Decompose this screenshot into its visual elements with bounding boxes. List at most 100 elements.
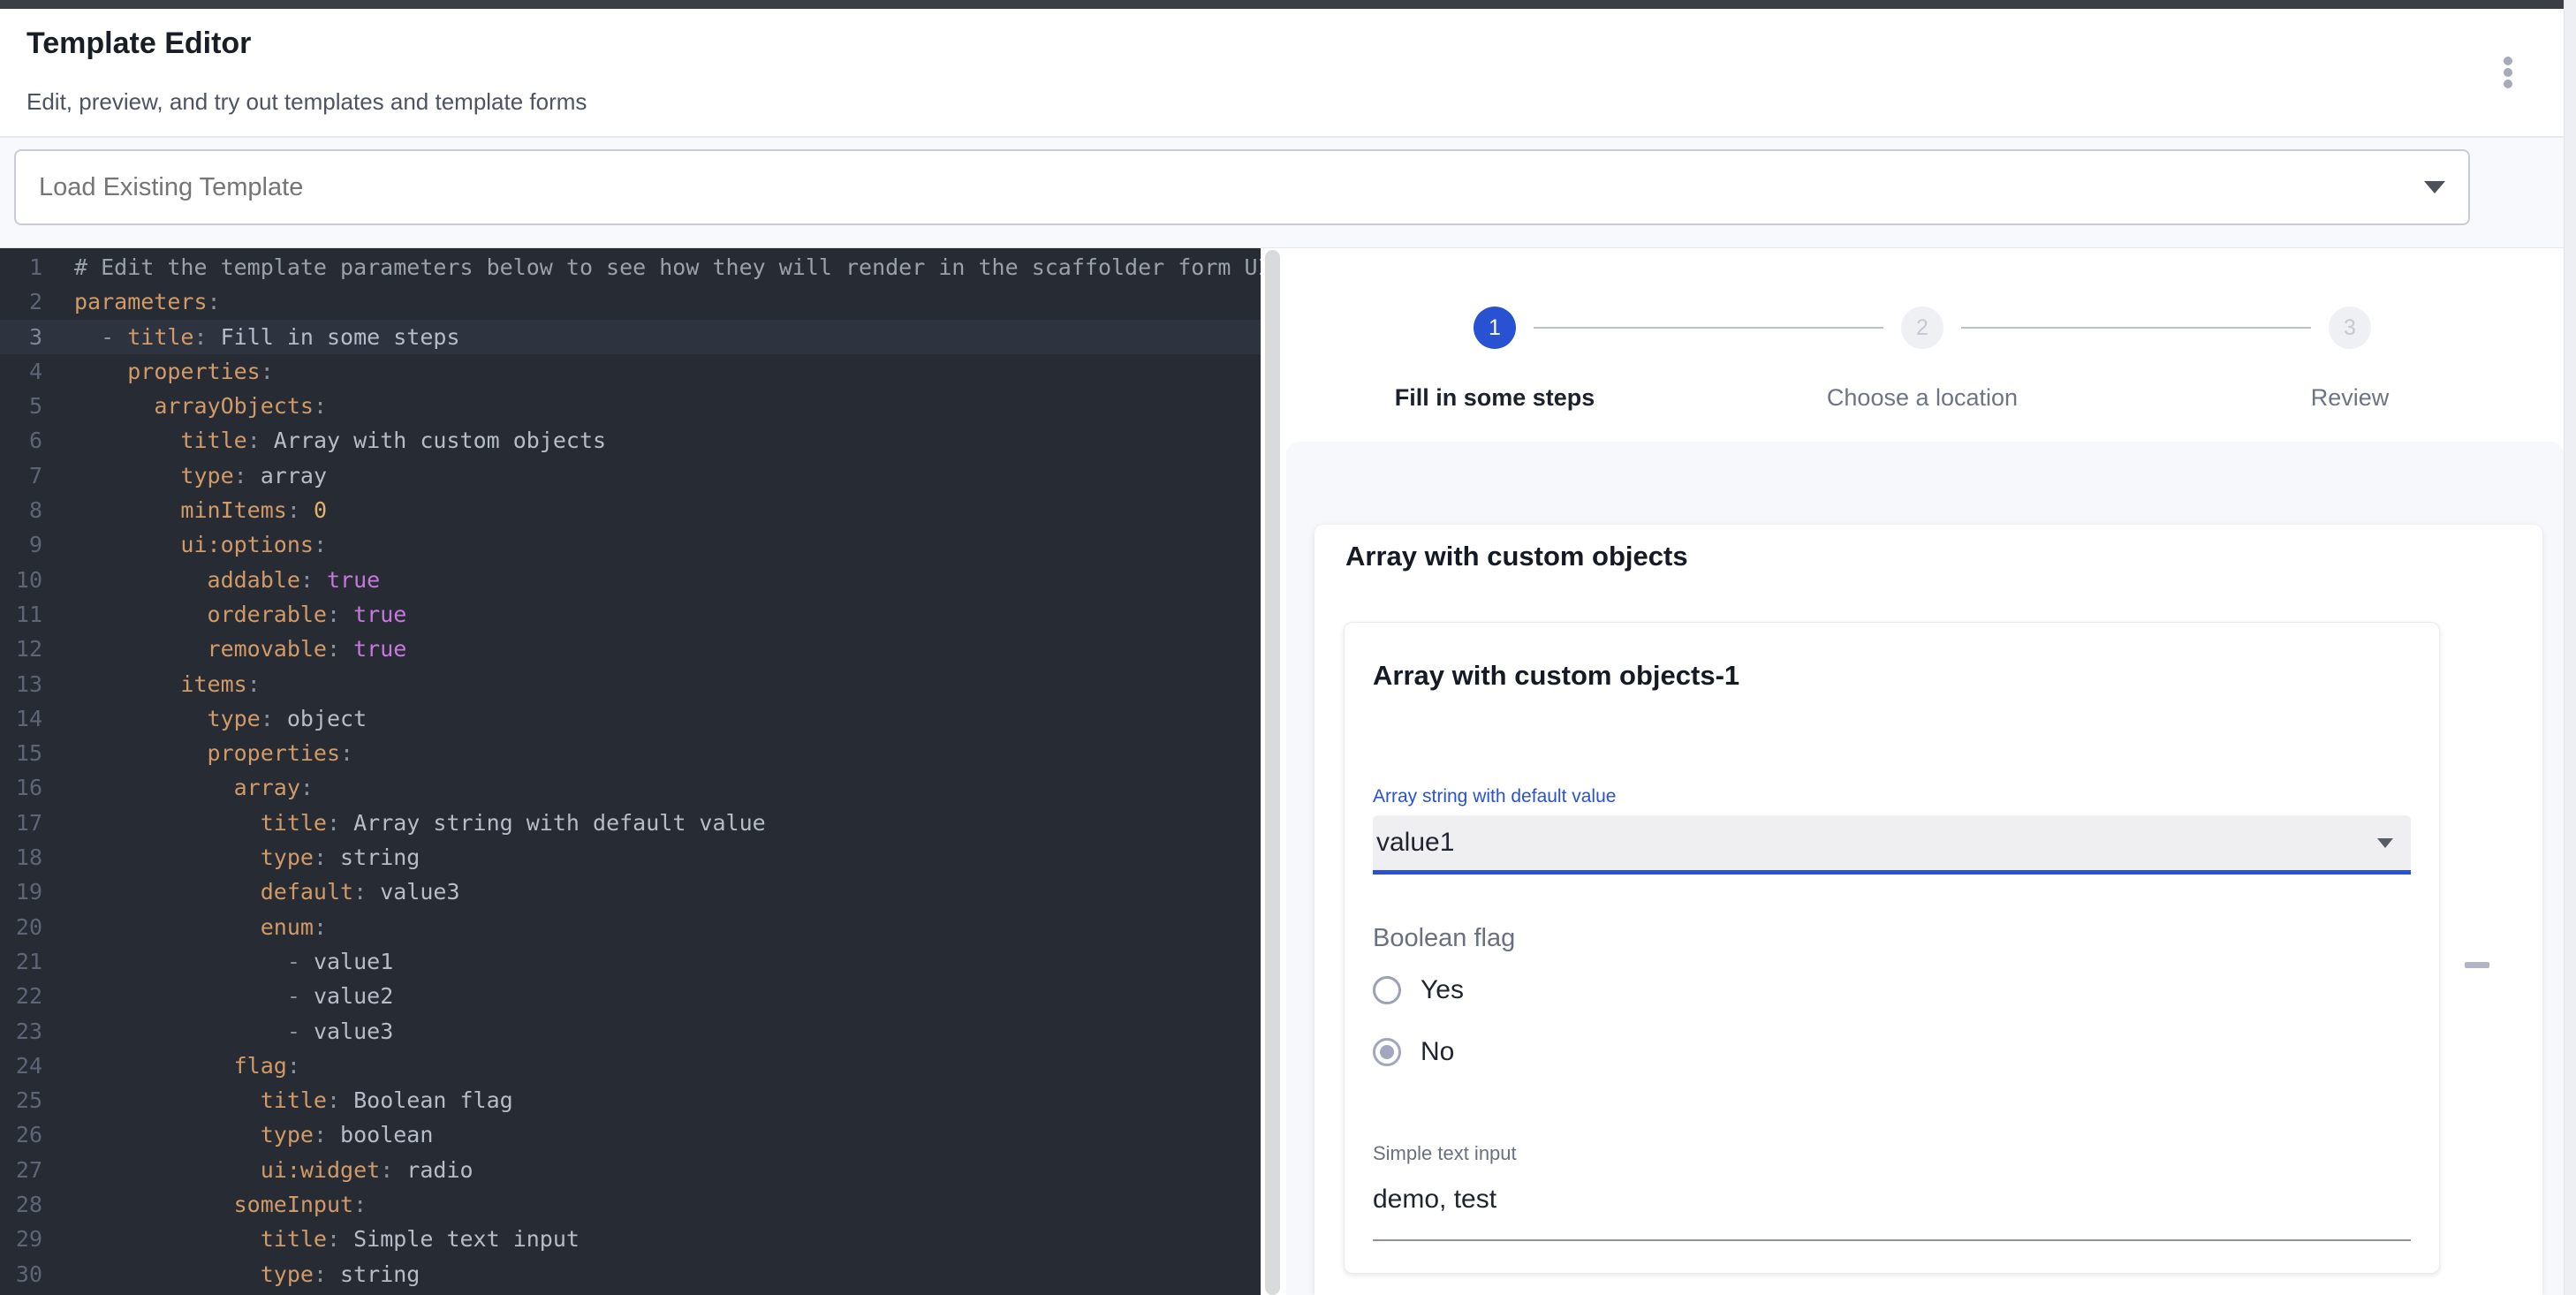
line-number: 10 — [0, 563, 42, 597]
code-line[interactable]: 22 - value2 — [0, 979, 1261, 1013]
step-label: Choose a location — [1827, 384, 2018, 412]
code-line[interactable]: 3 - title: Fill in some steps — [0, 320, 1261, 354]
radio-label: Yes — [1421, 975, 1464, 1005]
code-line[interactable]: 11 orderable: true — [0, 597, 1261, 632]
line-number: 15 — [0, 736, 42, 770]
line-number: 9 — [0, 527, 42, 562]
code-line[interactable]: 2parameters: — [0, 284, 1261, 319]
line-number: 2 — [0, 284, 42, 319]
radio-field-group: Boolean flag Yes No — [1373, 924, 2411, 1077]
code-line[interactable]: 20 enum: — [0, 910, 1261, 944]
editor-scrollbar[interactable] — [1265, 250, 1280, 1295]
more-vertical-icon[interactable] — [2493, 57, 2523, 92]
code-line[interactable]: 27 ui:widget: radio — [0, 1153, 1261, 1187]
load-template-bar — [0, 138, 2564, 248]
line-number: 26 — [0, 1117, 42, 1152]
line-number: 12 — [0, 632, 42, 666]
radio-label: No — [1421, 1037, 1454, 1067]
code-line[interactable]: 24 flag: — [0, 1049, 1261, 1083]
code-line[interactable]: 16 array: — [0, 770, 1261, 805]
code-line[interactable]: 26 type: boolean — [0, 1117, 1261, 1152]
radio-unselected-icon — [1373, 976, 1401, 1004]
chevron-down-icon — [2424, 181, 2445, 193]
line-number: 30 — [0, 1257, 42, 1291]
load-template-input[interactable] — [39, 173, 2424, 202]
code-line[interactable]: 30 type: string — [0, 1257, 1261, 1291]
code-line[interactable]: 1# Edit the template parameters below to… — [0, 250, 1261, 284]
page-scrollbar[interactable] — [2564, 0, 2576, 1295]
line-number: 27 — [0, 1153, 42, 1187]
top-window-strip — [0, 0, 2564, 9]
radio-group-label: Boolean flag — [1373, 924, 2411, 953]
code-line[interactable]: 5 arrayObjects: — [0, 389, 1261, 423]
line-number: 28 — [0, 1187, 42, 1222]
stepper-step-3[interactable]: 3 Review — [2136, 307, 2564, 412]
line-number: 19 — [0, 875, 42, 909]
text-field-group: Simple text input — [1373, 1142, 2411, 1241]
array-item-card: Array with custom objects-1 Array string… — [1344, 622, 2440, 1274]
select-focus-underline — [1373, 870, 2411, 875]
select-field-label: Array string with default value — [1373, 785, 2411, 808]
step-label: Fill in some steps — [1395, 384, 1595, 412]
radio-options: Yes No — [1373, 966, 2411, 1077]
stepper-step-2[interactable]: 2Choose a location — [1708, 307, 2136, 412]
code-editor[interactable]: 1# Edit the template parameters below to… — [0, 248, 1261, 1295]
item-actions-column — [2440, 622, 2514, 989]
line-number: 11 — [0, 597, 42, 632]
line-number: 22 — [0, 979, 42, 1013]
array-item-title: Array with custom objects-1 — [1373, 658, 2411, 693]
page-header: Template Editor Edit, preview, and try o… — [0, 9, 2564, 138]
page-subtitle: Edit, preview, and try out templates and… — [27, 88, 587, 116]
text-field-label: Simple text input — [1373, 1142, 2411, 1165]
code-line[interactable]: 19 default: value3 — [0, 875, 1261, 909]
line-number: 17 — [0, 806, 42, 840]
code-line[interactable]: 6 title: Array with custom objects — [0, 423, 1261, 458]
form-preview-area: Array with custom objects Array with cus… — [1286, 442, 2564, 1295]
line-number: 13 — [0, 667, 42, 701]
code-line[interactable]: 8 minItems: 0 — [0, 493, 1261, 527]
step-label: Review — [2311, 384, 2390, 412]
line-number: 20 — [0, 910, 42, 944]
remove-item-button[interactable] — [2452, 940, 2502, 989]
code-line[interactable]: 7 type: array — [0, 458, 1261, 493]
radio-option-yes[interactable]: Yes — [1373, 966, 2411, 1015]
code-line[interactable]: 17 title: Array string with default valu… — [0, 806, 1261, 840]
text-input-underline — [1373, 1239, 2411, 1241]
line-number: 7 — [0, 458, 42, 493]
code-line[interactable]: 18 type: string — [0, 840, 1261, 875]
code-line[interactable]: 28 someInput: — [0, 1187, 1261, 1222]
code-line[interactable]: 23 - value3 — [0, 1014, 1261, 1049]
chevron-down-icon — [2377, 838, 2393, 848]
code-line[interactable]: 14 type: object — [0, 701, 1261, 736]
line-number: 23 — [0, 1014, 42, 1049]
stepper: 1 Fill in some steps 2Choose a location 3 Re… — [1281, 248, 2564, 442]
form-card: Array with custom objects Array with cus… — [1315, 525, 2542, 1295]
select-value: value1 — [1376, 828, 1454, 858]
code-line[interactable]: 9 ui:options: — [0, 527, 1261, 562]
stepper-connector — [1961, 327, 2311, 329]
line-number: 8 — [0, 493, 42, 527]
stepper-step-1[interactable]: 1 Fill in some steps — [1281, 307, 1708, 412]
code-line[interactable]: 4 properties: — [0, 354, 1261, 389]
code-line[interactable]: 25 title: Boolean flag — [0, 1083, 1261, 1117]
page-title: Template Editor — [27, 27, 251, 61]
code-line[interactable]: 21 - value1 — [0, 944, 1261, 979]
line-number: 16 — [0, 770, 42, 805]
code-line[interactable]: 13 items: — [0, 667, 1261, 701]
main-split: 1# Edit the template parameters below to… — [0, 248, 2576, 1295]
line-number: 6 — [0, 423, 42, 458]
line-number: 25 — [0, 1083, 42, 1117]
code-line[interactable]: 10 addable: true — [0, 563, 1261, 597]
array-string-select[interactable]: value1 — [1373, 815, 2411, 870]
step-circle: 3 — [2329, 307, 2371, 349]
minus-icon — [2465, 962, 2489, 968]
simple-text-input[interactable] — [1373, 1185, 2411, 1215]
form-section-title: Array with custom objects — [1345, 541, 2514, 572]
code-line[interactable]: 15 properties: — [0, 736, 1261, 770]
select-field-group: Array string with default value value1 — [1373, 785, 2411, 875]
step-circle: 1 — [1474, 307, 1516, 349]
code-line[interactable]: 12 removable: true — [0, 632, 1261, 666]
code-line[interactable]: 29 title: Simple text input — [0, 1222, 1261, 1256]
load-template-select[interactable] — [14, 149, 2470, 225]
radio-option-no[interactable]: No — [1373, 1027, 2411, 1077]
